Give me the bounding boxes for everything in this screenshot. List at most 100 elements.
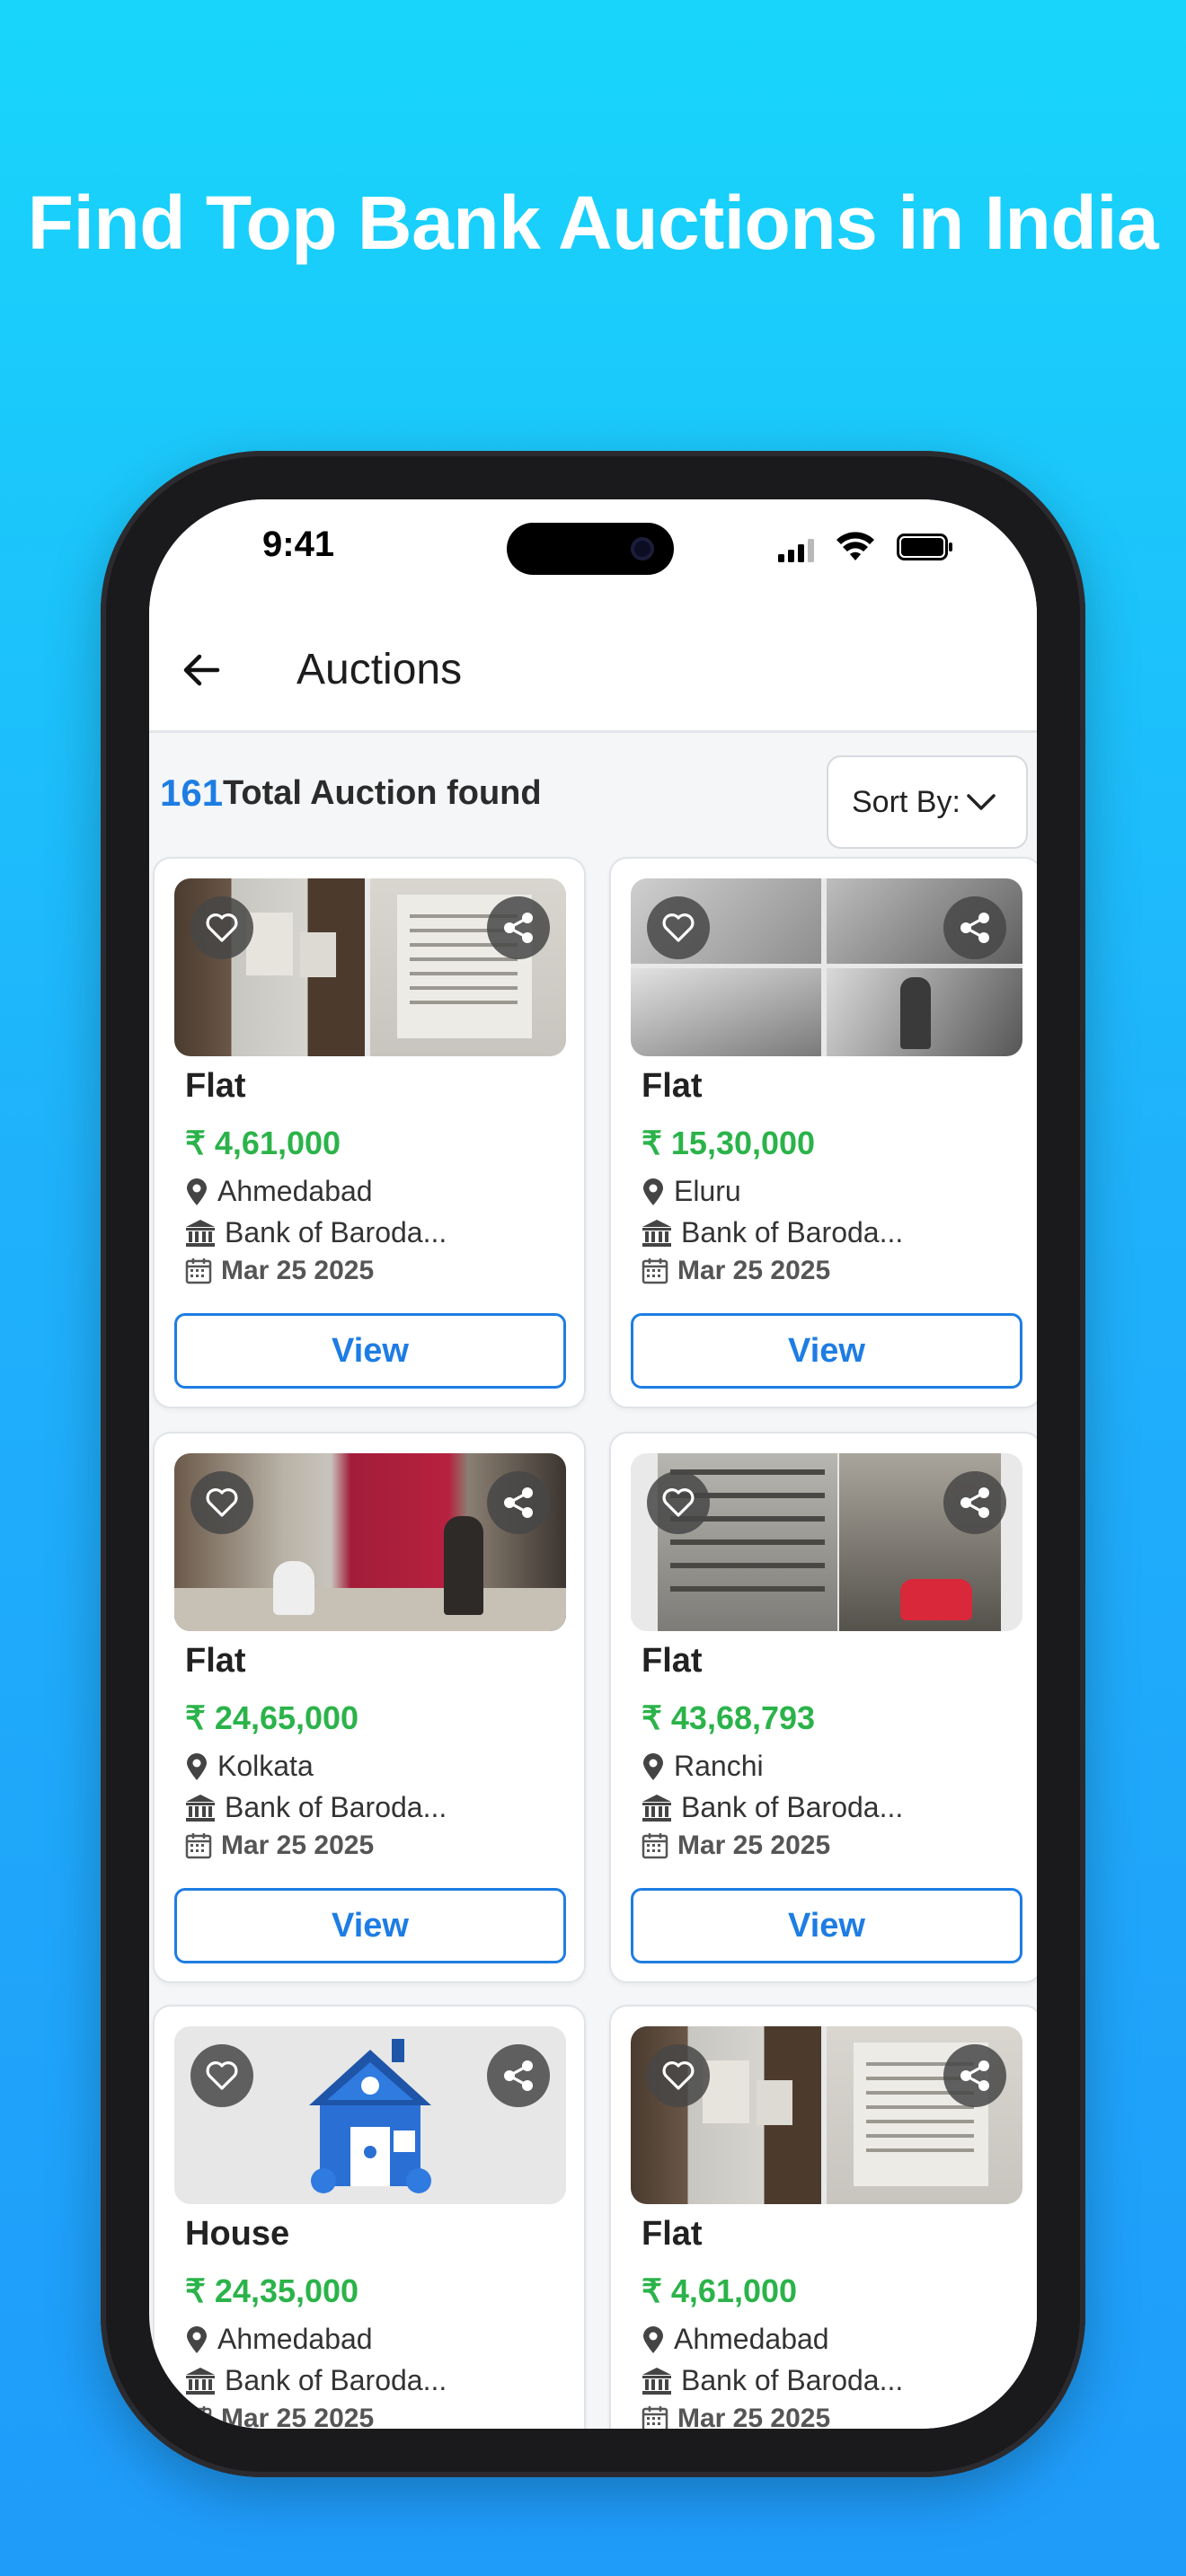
auction-card[interactable]: Flat ₹ 24,65,000 Kolkata Bank of Baroda.… (153, 1432, 586, 1983)
location-text: Ahmedabad (674, 2323, 829, 2355)
date-text: Mar 25 2025 (677, 1831, 831, 1860)
bank-text: Bank of Baroda... (225, 1216, 447, 1248)
property-type: Flat (185, 1642, 246, 1680)
share-button[interactable] (487, 2044, 550, 2107)
calendar-icon (642, 1258, 668, 1284)
date-text: Mar 25 2025 (677, 2404, 831, 2429)
auction-date: Mar 25 2025 (642, 2404, 830, 2429)
location-pin-icon (643, 1752, 663, 1780)
property-image[interactable] (631, 2026, 1022, 2204)
calendar-icon (185, 1258, 212, 1284)
auction-date: Mar 25 2025 (185, 2404, 374, 2429)
property-location: Ahmedabad (185, 1175, 373, 1208)
property-image[interactable] (631, 878, 1022, 1056)
location-pin-icon (187, 1752, 207, 1780)
back-button[interactable] (178, 647, 225, 693)
auction-date: Mar 25 2025 (185, 1831, 374, 1861)
property-image[interactable] (174, 878, 566, 1056)
signal-icon (778, 539, 814, 562)
favorite-button[interactable] (190, 1471, 253, 1534)
phone-screen: 9:41 Auctions 161 Total Auction found So… (149, 499, 1037, 2429)
bank-text: Bank of Baroda... (681, 1791, 904, 1823)
heart-icon (662, 913, 695, 942)
property-location: Eluru (642, 1175, 741, 1208)
view-button[interactable]: View (174, 1888, 566, 1963)
share-button[interactable] (943, 896, 1006, 959)
property-bank: Bank of Baroda... (185, 1216, 447, 1249)
property-image[interactable] (631, 1453, 1022, 1631)
status-bar: 9:41 (149, 499, 1037, 607)
property-price: ₹ 24,65,000 (185, 1699, 359, 1736)
property-price: ₹ 4,61,000 (642, 2272, 798, 2309)
property-price: ₹ 15,30,000 (642, 1125, 816, 1161)
property-location: Ranchi (642, 1750, 764, 1783)
camera-icon (631, 537, 654, 560)
location-text: Ahmedabad (217, 2323, 373, 2355)
heart-icon (662, 1488, 695, 1517)
view-button[interactable]: View (631, 1313, 1022, 1389)
bank-icon (186, 1219, 215, 1247)
auction-card[interactable]: Flat ₹ 4,61,000 Ahmedabad Bank of Baroda… (153, 857, 586, 1408)
favorite-button[interactable] (647, 896, 710, 959)
share-icon (504, 2060, 533, 2091)
heart-icon (206, 913, 238, 942)
property-price: ₹ 43,68,793 (642, 1699, 816, 1736)
favorite-button[interactable] (190, 2044, 253, 2107)
share-button[interactable] (943, 1471, 1006, 1534)
date-text: Mar 25 2025 (221, 1256, 375, 1285)
property-type: Flat (642, 1642, 703, 1680)
view-button[interactable]: View (631, 1888, 1022, 1963)
share-button[interactable] (943, 2044, 1006, 2107)
property-location: Kolkata (185, 1750, 314, 1783)
property-image[interactable] (174, 2026, 566, 2204)
property-image[interactable] (174, 1453, 566, 1631)
view-button[interactable]: View (174, 1313, 566, 1389)
share-button[interactable] (487, 896, 550, 959)
share-icon (960, 2060, 989, 2091)
share-icon (504, 913, 533, 943)
auction-date: Mar 25 2025 (642, 1831, 830, 1861)
dynamic-island (507, 523, 674, 575)
share-button[interactable] (487, 1471, 550, 1534)
property-bank: Bank of Baroda... (185, 2364, 447, 2397)
wifi-icon (836, 532, 874, 560)
app-bar: Auctions (149, 607, 1037, 733)
property-bank: Bank of Baroda... (185, 1791, 447, 1824)
favorite-button[interactable] (190, 896, 253, 959)
auction-date: Mar 25 2025 (185, 1256, 374, 1286)
calendar-icon (185, 1833, 212, 1859)
chevron-down-icon (967, 794, 996, 810)
auction-card[interactable]: Flat ₹ 15,30,000 Eluru Bank of Baroda...… (609, 857, 1037, 1408)
property-location: Ahmedabad (185, 2323, 373, 2356)
bank-icon (642, 2367, 671, 2395)
page-title: Auctions (296, 646, 463, 693)
location-text: Eluru (674, 1175, 741, 1207)
headline: Find Top Bank Auctions in India (27, 181, 1159, 265)
bank-text: Bank of Baroda... (681, 2364, 904, 2396)
auction-card[interactable]: House ₹ 24,35,000 Ahmedabad Bank of Baro… (153, 2005, 586, 2429)
property-bank: Bank of Baroda... (642, 1791, 903, 1824)
favorite-button[interactable] (647, 2044, 710, 2107)
auction-date: Mar 25 2025 (642, 1256, 830, 1286)
share-icon (960, 913, 989, 943)
bank-icon (186, 2367, 215, 2395)
results-count: 161 (160, 772, 224, 814)
property-type: Flat (185, 1067, 246, 1105)
heart-icon (206, 1488, 238, 1517)
bank-text: Bank of Baroda... (225, 1791, 447, 1823)
calendar-icon (642, 2406, 668, 2429)
date-text: Mar 25 2025 (221, 1831, 375, 1860)
favorite-button[interactable] (647, 1471, 710, 1534)
property-type: Flat (642, 1067, 703, 1105)
bank-text: Bank of Baroda... (225, 2364, 447, 2396)
bank-icon (642, 1794, 671, 1822)
status-time: 9:41 (262, 525, 335, 564)
bank-icon (642, 1219, 671, 1247)
sort-label: Sort By: (852, 784, 960, 819)
location-pin-icon (187, 2325, 207, 2353)
auction-card[interactable]: Flat ₹ 4,61,000 Ahmedabad Bank of Baroda… (609, 2005, 1037, 2429)
bank-text: Bank of Baroda... (681, 1216, 904, 1248)
auction-card[interactable]: Flat ₹ 43,68,793 Ranchi Bank of Baroda..… (609, 1432, 1037, 1983)
property-price: ₹ 24,35,000 (185, 2272, 359, 2309)
sort-dropdown[interactable]: Sort By: (827, 755, 1028, 849)
